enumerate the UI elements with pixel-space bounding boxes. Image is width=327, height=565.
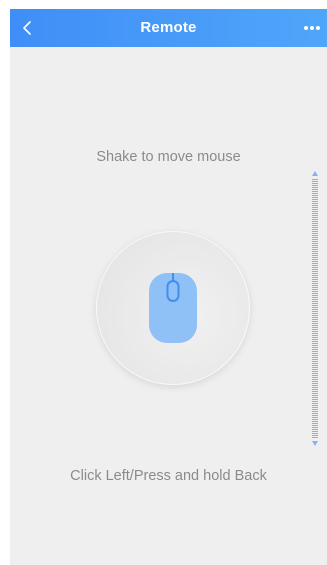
shake-hint-text: Shake to move mouse — [96, 149, 241, 165]
ellipsis-icon — [304, 26, 320, 30]
more-button[interactable] — [299, 17, 325, 39]
back-button[interactable] — [16, 16, 40, 40]
vertical-scroll-arrows-icon — [310, 171, 320, 446]
chevron-left-icon — [23, 21, 31, 35]
mouse-icon — [149, 273, 197, 343]
page-title: Remote — [140, 19, 197, 36]
mouse-click-pad[interactable] — [96, 231, 250, 385]
click-hint-text: Click Left/Press and hold Back — [70, 468, 267, 484]
navigation-bar: Remote — [10, 9, 327, 47]
scroll-bar[interactable] — [310, 171, 320, 446]
remote-screen: Remote Shake to move mouse Click Left/Pr… — [10, 9, 327, 565]
